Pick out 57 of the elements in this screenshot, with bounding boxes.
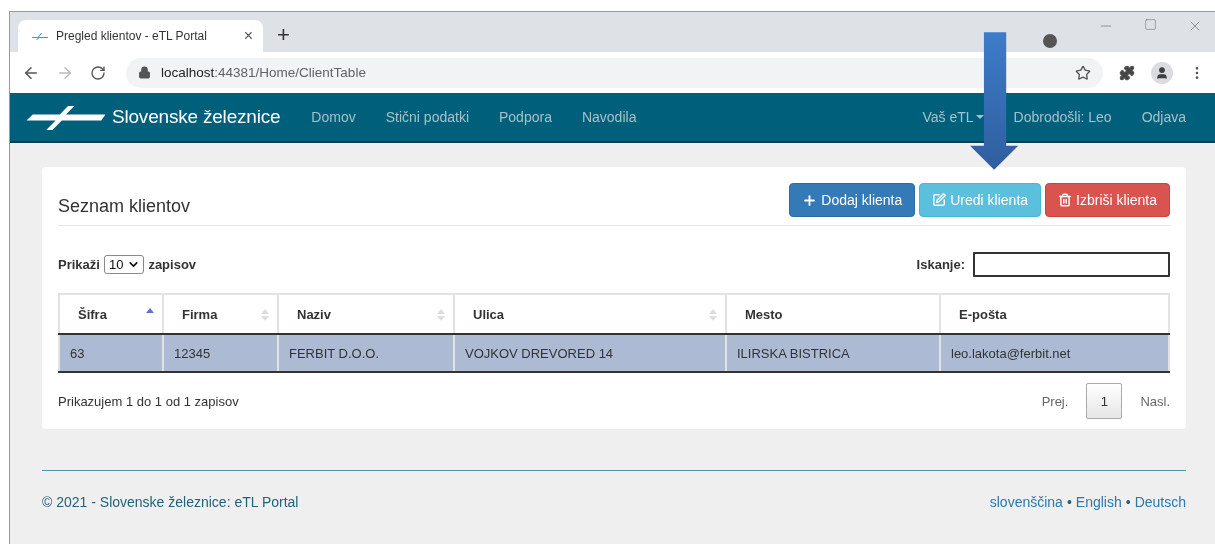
column-header[interactable]: Šifra <box>59 294 163 334</box>
nav-link[interactable]: Podpora <box>499 109 552 125</box>
table-info: Prikazujem 1 do 1 od 1 zapisov <box>58 393 239 409</box>
language-link[interactable]: English <box>1075 494 1122 510</box>
copyright-text: © 2021 - Slovenske železnice: eTL Portal <box>42 494 299 510</box>
sort-icon <box>709 308 717 322</box>
plus-icon <box>802 192 818 208</box>
separator-dot: • <box>1125 494 1131 510</box>
table-cell: 12345 <box>163 334 278 372</box>
next-page-link[interactable]: Nasl. <box>1140 393 1170 409</box>
sort-icon <box>437 308 445 322</box>
previous-page-link[interactable]: Prej. <box>1041 393 1069 409</box>
extensions-icon[interactable] <box>1119 64 1135 81</box>
star-icon[interactable] <box>1075 64 1091 81</box>
nav-link[interactable]: Navodila <box>581 109 637 125</box>
separator-dot: • <box>1066 494 1072 510</box>
profile-avatar[interactable] <box>1151 61 1173 84</box>
close-tab-button[interactable]: × <box>243 28 253 44</box>
logo-icon <box>26 103 108 131</box>
lock-icon <box>138 66 151 79</box>
address-bar[interactable]: localhost:44381/Home/ClientTable <box>126 57 1103 88</box>
reload-icon[interactable] <box>90 64 106 81</box>
table-cell: ILIRSKA BISTRICA <box>726 334 940 372</box>
train-icon <box>32 32 48 40</box>
column-header[interactable]: Ulica <box>454 294 726 334</box>
table-cell: leo.lakota@ferbit.net <box>940 334 1169 372</box>
records-label: zapisov <box>148 257 197 272</box>
add-client-button[interactable]: Dodaj klienta <box>789 183 916 217</box>
sort-ascending-icon <box>146 308 154 313</box>
language-link[interactable]: Deutsch <box>1134 494 1186 510</box>
page-size-select[interactable]: 10 <box>103 255 145 274</box>
search-label: Iskanje: <box>916 257 965 272</box>
tab-title: Pregled klientov - eTL Portal <box>56 29 208 43</box>
brand-name[interactable]: Slovenske železnice <box>112 106 281 128</box>
edit-icon <box>932 193 947 207</box>
page-button[interactable]: 1 <box>1086 383 1123 419</box>
table-cell: FERBIT D.O.O. <box>278 334 454 372</box>
nav-link[interactable]: Stični podatki <box>385 109 469 125</box>
new-tab-button[interactable]: + <box>277 24 290 46</box>
show-label: Prikaži <box>58 257 100 272</box>
table-cell: 63 <box>59 334 163 372</box>
nav-link[interactable]: Domov <box>311 109 356 125</box>
language-link[interactable]: slovenščina <box>989 494 1063 510</box>
trash-icon <box>1058 193 1073 207</box>
column-header[interactable]: Firma <box>163 294 278 334</box>
nav-link[interactable]: Odjava <box>1141 109 1186 125</box>
column-header[interactable]: Mesto <box>726 294 940 334</box>
search-field[interactable] <box>973 252 1170 277</box>
url-text: localhost:44381/Home/ClientTable <box>161 65 367 80</box>
delete-client-button[interactable]: Izbriši klienta <box>1045 183 1170 217</box>
column-header[interactable]: Naziv <box>278 294 454 334</box>
browser-tab[interactable]: Pregled klientov - eTL Portal × <box>18 20 263 52</box>
column-header[interactable]: E-pošta <box>940 294 1169 334</box>
sort-icon <box>261 308 269 322</box>
table-cell: VOJKOV DREVORED 14 <box>454 334 726 372</box>
nav-link[interactable]: Dobrodošli: Leo <box>1013 109 1112 125</box>
card-title: Seznam klientov <box>58 195 191 217</box>
